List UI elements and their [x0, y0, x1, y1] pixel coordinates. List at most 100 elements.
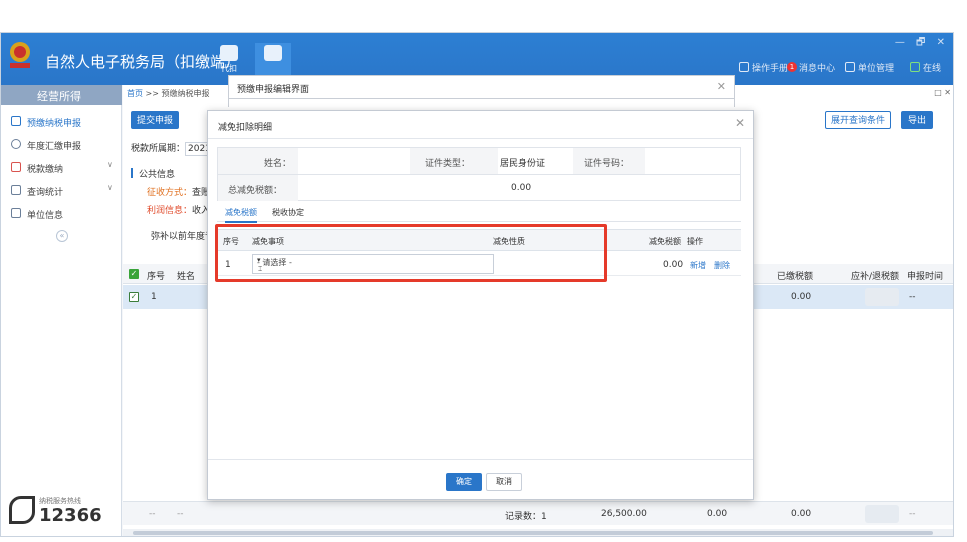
id-type-value: 居民身份证	[500, 159, 546, 169]
prepay-edit-dialog-titlebar: 预缴申报编辑界面 ✕	[228, 75, 735, 99]
collection-label: 征收方式：	[147, 188, 193, 198]
sidebar-item-label: 年度汇缴申报	[27, 142, 82, 152]
nav-online-label: 在线	[923, 64, 942, 74]
confirm-button[interactable]: 确定	[446, 473, 482, 491]
grid-header-seq: 序号	[147, 272, 166, 282]
public-info-section: 公共信息	[131, 167, 175, 180]
briefcase-icon	[220, 45, 238, 61]
hotline: 纳税服务热线 12366	[9, 494, 119, 530]
scrollbar-thumb[interactable]	[133, 531, 933, 535]
hotline-number: 12366	[39, 505, 102, 526]
tab-tax-reduction[interactable]: 减免税额	[225, 207, 257, 223]
sidebar-item-label: 预缴纳税申报	[27, 119, 82, 129]
prepay-edit-dialog-body	[228, 99, 735, 107]
footer-cell: --	[177, 509, 184, 519]
th-amount: 减免税额	[649, 237, 681, 246]
tax-period-label: 税款所属期：	[131, 144, 186, 154]
building-icon	[11, 208, 21, 218]
tax-icon	[11, 162, 21, 172]
top-icon-label: 代扣	[221, 64, 237, 73]
grid-footer: -- -- 记录数：1 26,500.00 0.00 0.00 --	[123, 501, 953, 525]
taxpayer-info-panel: 姓名： 证件类型： 居民身份证 证件号码： 总减免税额： 0.00	[217, 147, 741, 201]
redacted-value	[865, 505, 899, 523]
sidebar-item-label: 查询统计	[27, 188, 64, 198]
highlight-annotation-box	[215, 224, 607, 282]
nav-unit-label: 单位管理	[858, 64, 895, 74]
tax-period: 税款所属期： 2023	[131, 141, 214, 156]
sidebar: 经营所得 预缴纳税申报 年度汇缴申报 税款缴纳 ∨ 查询统计 ∨ 单位信息 « …	[1, 85, 122, 536]
grid-header-paid-tax: 已缴税额	[777, 272, 814, 282]
sidebar-header-label: 经营所得	[37, 90, 81, 103]
sidebar-item-query-stats[interactable]: 查询统计 ∨	[1, 180, 122, 202]
footer-record-count: 记录数：1	[505, 512, 547, 522]
id-type-label: 证件类型：	[425, 159, 471, 169]
online-icon	[910, 62, 920, 72]
dialog-tabs: 减免税额 税收协定	[217, 204, 741, 223]
footer-amount: 26,500.00	[601, 509, 647, 519]
dialog-title: 减免扣除明细	[218, 123, 273, 133]
grid-header-declare-time: 申报时间	[907, 272, 944, 282]
delete-row-link[interactable]: 删除	[714, 260, 730, 271]
submit-declaration-button[interactable]: 提交申报	[131, 111, 179, 129]
public-info-label: 公共信息	[139, 170, 176, 180]
divider	[208, 138, 753, 139]
footer-value: 0.00	[707, 509, 728, 519]
nav-messages-label: 消息中心	[799, 64, 836, 74]
prepay-edit-dialog-title: 预缴申报编辑界面	[237, 85, 310, 95]
chevron-down-icon: ∨	[107, 160, 113, 169]
profit-label: 利润信息：	[147, 206, 193, 216]
divider	[208, 459, 753, 460]
row-checkbox[interactable]: ✓	[129, 292, 139, 302]
tab-close-controls[interactable]: □ ✕	[934, 88, 951, 97]
footer-cell: --	[149, 509, 156, 519]
chevron-down-icon: ∨	[107, 183, 113, 192]
row-seq: 1	[151, 292, 157, 302]
total-reduction-value: 0.00	[511, 183, 532, 193]
calendar-icon	[11, 139, 21, 149]
row-declare-time: --	[909, 292, 916, 302]
sidebar-item-tax-payment[interactable]: 税款缴纳 ∨	[1, 157, 122, 179]
manual-icon	[739, 62, 749, 72]
name-label: 姓名：	[264, 159, 292, 169]
th-action: 操作	[687, 237, 703, 246]
section-marker	[131, 168, 133, 178]
tab-tax-treaty[interactable]: 税收协定	[272, 207, 304, 218]
sidebar-item-annual-settlement[interactable]: 年度汇缴申报	[1, 134, 122, 156]
footer-cell: --	[909, 509, 916, 519]
profit-info: 利润信息：收入	[147, 203, 210, 216]
tax-bureau-logo-icon	[7, 41, 33, 71]
nav-online[interactable]: 在线	[910, 61, 941, 74]
unit-icon	[845, 62, 855, 72]
breadcrumb-home[interactable]: 首页	[127, 89, 143, 98]
nav-unit-management[interactable]: 单位管理	[845, 61, 894, 74]
grid-header-refund: 应补/退税额	[851, 272, 900, 282]
select-all-checkbox[interactable]: ✓	[129, 269, 139, 279]
row-amount: 0.00	[663, 260, 684, 270]
close-icon[interactable]: ✕	[717, 80, 726, 93]
form-icon	[11, 116, 21, 126]
horizontal-scrollbar[interactable]	[123, 529, 953, 536]
row-paid-tax: 0.00	[791, 292, 812, 302]
breadcrumb: 首页 >> 预缴纳税申报	[127, 88, 210, 99]
sidebar-item-unit-info[interactable]: 单位信息	[1, 203, 122, 225]
window-controls[interactable]: — 🗗 ✕	[895, 35, 949, 52]
info-row: 姓名： 证件类型： 居民身份证 证件号码：	[218, 148, 740, 175]
sidebar-item-prepay-declaration[interactable]: 预缴纳税申报	[1, 111, 122, 133]
expand-filter-button[interactable]: 展开查询条件	[825, 111, 891, 129]
add-row-link[interactable]: 新增	[690, 260, 706, 271]
total-reduction-label: 总减免税额：	[228, 186, 283, 196]
sidebar-item-label: 单位信息	[27, 211, 64, 221]
query-icon	[11, 185, 21, 195]
nav-messages[interactable]: 1 消息中心	[787, 61, 835, 74]
id-number-label: 证件号码：	[584, 159, 630, 169]
nav-manual[interactable]: 操作手册	[739, 61, 788, 74]
reduction-detail-dialog: 减免扣除明细 ✕ 姓名： 证件类型： 居民身份证 证件号码： 总减免税额： 0.…	[207, 110, 754, 500]
nav-manual-label: 操作手册	[752, 64, 789, 74]
close-icon[interactable]: ✕	[735, 116, 745, 130]
sidebar-collapse-button[interactable]: «	[56, 230, 68, 242]
loss-makeup-label: 弥补以前年度亏	[151, 232, 215, 242]
grid-header-name: 姓名	[177, 272, 196, 282]
cancel-button[interactable]: 取消	[486, 473, 522, 491]
export-button[interactable]: 导出	[901, 111, 933, 129]
breadcrumb-current: 预缴纳税申报	[161, 89, 210, 98]
